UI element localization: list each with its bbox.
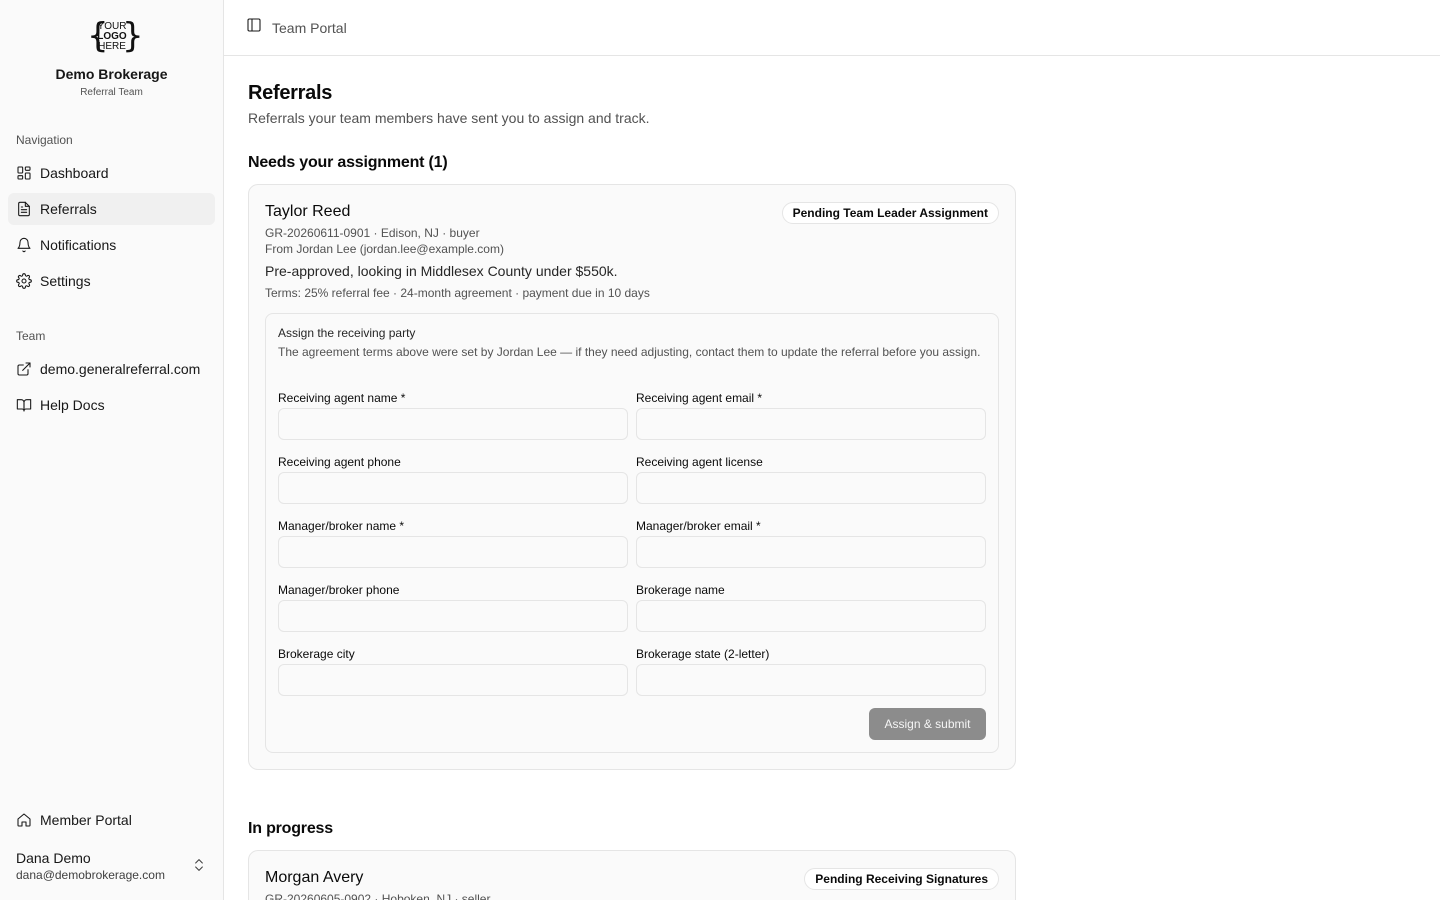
status-badge: Pending Team Leader Assignment [781, 202, 999, 224]
brokerage-name-input[interactable] [636, 600, 986, 632]
brokerage-city-label: Brokerage city [278, 647, 355, 661]
team-group-label: Team [16, 329, 46, 343]
sidebar-item-label: demo.generalreferral.com [40, 361, 201, 377]
referral-terms: Terms: 25% referral fee · 24-month agree… [265, 286, 650, 300]
brand-subtitle: Referral Team [80, 87, 143, 98]
brand: { } YOUR LOGO HERE Demo Brokerage Referr… [0, 0, 223, 98]
logo: { } YOUR LOGO HERE [84, 16, 140, 56]
receiving-agent-license-label: Receiving agent license [636, 455, 763, 469]
receiving-agent-phone-label: Receiving agent phone [278, 455, 401, 469]
svg-text:HERE: HERE [98, 41, 126, 52]
user-menu[interactable]: Dana Demo dana@demobrokerage.com [8, 842, 215, 890]
referral-client-name: Taylor Reed [265, 203, 351, 220]
sidebar-toggle-button[interactable] [240, 14, 268, 42]
brokerage-state-input[interactable] [636, 664, 986, 696]
manager-broker-email-label: Manager/broker email * [636, 519, 761, 533]
user-name: Dana Demo [16, 850, 91, 866]
assign-submit-button[interactable]: Assign & submit [869, 708, 986, 740]
user-email: dana@demobrokerage.com [16, 868, 165, 882]
referral-from: From Jordan Lee (jordan.lee@example.com) [265, 242, 504, 256]
referral-meta: GR-20260611-0901 · Edison, NJ · buyer [265, 226, 480, 240]
manager-broker-name-label: Manager/broker name * [278, 519, 405, 533]
sidebar-item-label: Help Docs [40, 397, 105, 413]
referral-note: Pre-approved, looking in Middlesex Count… [265, 263, 618, 279]
sidebar-item-help-docs[interactable]: Help Docs [8, 389, 215, 421]
sidebar-item-label: Dashboard [40, 165, 109, 181]
breadcrumb: Team Portal [272, 19, 347, 36]
manager-broker-name-input[interactable] [278, 536, 628, 568]
chevrons-up-down-icon [191, 857, 207, 873]
sidebar-item-member-portal[interactable]: Member Portal [8, 804, 215, 836]
file-text-icon [16, 201, 32, 217]
book-icon [16, 397, 32, 413]
external-link-icon [16, 361, 32, 377]
assign-form: Assign the receiving party The agreement… [265, 313, 999, 753]
manager-broker-phone-label: Manager/broker phone [278, 583, 400, 597]
brand-name: Demo Brokerage [55, 66, 168, 82]
manager-broker-phone-input[interactable] [278, 600, 628, 632]
sidebar: { } YOUR LOGO HERE Demo Brokerage Referr… [0, 0, 224, 900]
home-icon [16, 812, 32, 828]
receiving-agent-name-input[interactable] [278, 408, 628, 440]
sidebar-item-dashboard[interactable]: Dashboard [8, 157, 215, 189]
in-progress-heading: In progress [248, 820, 333, 837]
nav-group-label: Navigation [16, 133, 73, 147]
assign-form-note: The agreement terms above were set by Jo… [278, 345, 981, 359]
receiving-agent-email-input[interactable] [636, 408, 986, 440]
dashboard-icon [16, 165, 32, 181]
top-bar: Team Portal [224, 0, 1440, 56]
needs-assignment-heading: Needs your assignment (1) [248, 154, 448, 171]
referral-card-morgan-avery: Morgan Avery Pending Receiving Signature… [248, 850, 1016, 900]
assign-form-title: Assign the receiving party [278, 326, 416, 340]
gear-icon [16, 273, 32, 289]
panel-left-icon [246, 17, 262, 38]
page-title: Referrals [248, 82, 333, 104]
sidebar-item-label: Settings [40, 273, 91, 289]
receiving-agent-license-input[interactable] [636, 472, 986, 504]
referral-card-taylor-reed: Taylor Reed Pending Team Leader Assignme… [248, 184, 1016, 770]
receiving-agent-name-label: Receiving agent name * [278, 391, 406, 405]
brokerage-city-input[interactable] [278, 664, 628, 696]
page-description: Referrals your team members have sent yo… [248, 110, 650, 126]
sidebar-item-settings[interactable]: Settings [8, 265, 215, 297]
status-badge: Pending Receiving Signatures [804, 868, 999, 890]
sidebar-item-team-site[interactable]: demo.generalreferral.com [8, 353, 215, 385]
brokerage-name-label: Brokerage name [636, 583, 725, 597]
receiving-agent-phone-input[interactable] [278, 472, 628, 504]
manager-broker-email-input[interactable] [636, 536, 986, 568]
sidebar-item-notifications[interactable]: Notifications [8, 229, 215, 261]
referral-meta: GR-20260605-0902 · Hoboken, NJ · seller [265, 892, 491, 900]
sidebar-item-label: Notifications [40, 237, 117, 253]
brokerage-state-label: Brokerage state (2-letter) [636, 647, 770, 661]
bell-icon [16, 237, 32, 253]
sidebar-item-referrals[interactable]: Referrals [8, 193, 215, 225]
sidebar-item-label: Referrals [40, 201, 97, 217]
sidebar-item-label: Member Portal [40, 812, 132, 828]
referral-client-name: Morgan Avery [265, 869, 364, 886]
receiving-agent-email-label: Receiving agent email * [636, 391, 763, 405]
